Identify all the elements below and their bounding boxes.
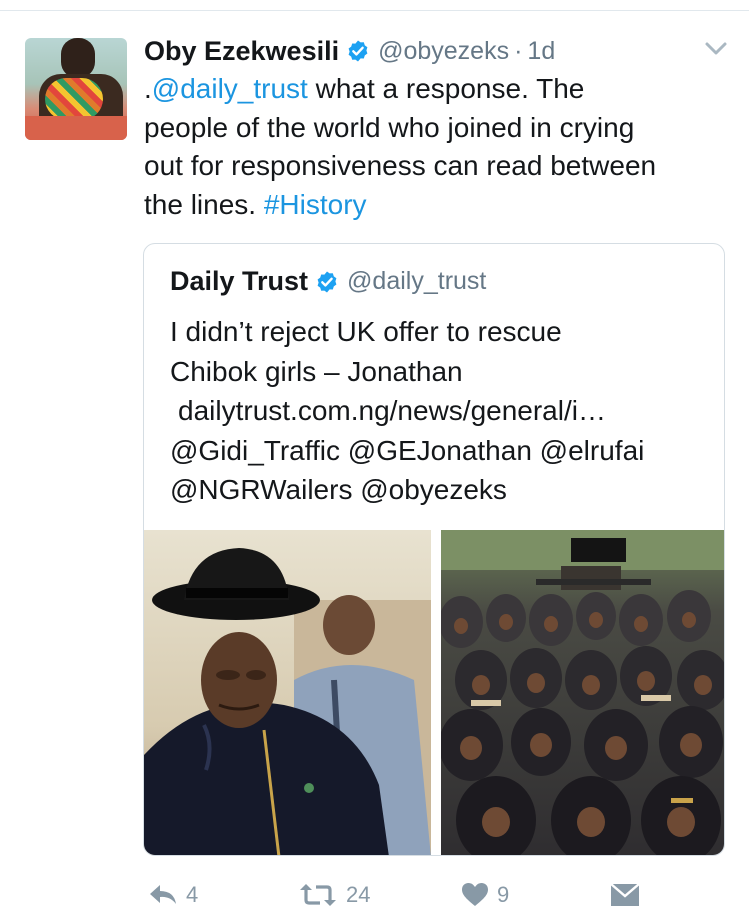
retweet-icon xyxy=(300,884,336,906)
avatar-person-head xyxy=(61,38,95,78)
reply-button[interactable]: 4 xyxy=(148,882,198,908)
heart-icon xyxy=(462,883,488,906)
hashtag-link[interactable]: #History xyxy=(264,189,367,220)
tweet-line-4: the lines. #History xyxy=(144,186,739,225)
retweet-button[interactable]: 24 xyxy=(298,882,370,908)
like-button[interactable]: 9 xyxy=(461,882,509,908)
photo-man-in-hat xyxy=(144,530,431,855)
mention-link[interactable]: @daily_trust xyxy=(152,73,308,104)
tweet-header: Oby Ezekwesili @obyezeks · 1d xyxy=(144,34,555,68)
chevron-down-icon[interactable] xyxy=(702,38,730,60)
quoted-author-name: Daily Trust xyxy=(170,266,309,296)
avatar-cloth xyxy=(25,116,127,140)
tweet-prefix: . xyxy=(144,73,152,104)
avatar-baby-wrap xyxy=(45,78,103,120)
quoted-line-1: I didn’t reject UK offer to rescue xyxy=(170,316,562,347)
verified-badge-icon xyxy=(348,40,368,62)
tweet-line-1-text: what a response. The xyxy=(307,73,585,104)
reply-count: 4 xyxy=(186,882,199,907)
top-divider xyxy=(0,10,749,11)
author-avatar[interactable] xyxy=(25,38,127,140)
quoted-mentions-2: @NGRWailers @obyezeks xyxy=(170,474,507,505)
verified-badge-icon xyxy=(317,271,337,292)
quoted-line-2: Chibok girls – Jonathan xyxy=(170,355,463,387)
retweet-count: 24 xyxy=(346,882,371,907)
direct-message-button[interactable] xyxy=(610,882,640,908)
photo-chibok-girls xyxy=(441,530,724,855)
tweet-timestamp[interactable]: 1d xyxy=(527,37,555,66)
meta-separator: · xyxy=(514,36,523,65)
quoted-tweet-header: Daily Trust @daily_trust xyxy=(170,266,486,297)
tweet-actions: 4 24 9 xyxy=(0,872,749,922)
quoted-mentions-1: @Gidi_Traffic @GEJonathan @elrufai xyxy=(170,434,645,466)
quoted-media xyxy=(144,530,724,855)
author-name[interactable]: Oby Ezekwesili xyxy=(144,36,339,67)
reply-icon xyxy=(150,885,176,904)
tweet-line-3: out for responsiveness can read between xyxy=(144,150,657,181)
tweet-line-4-text: the lines. xyxy=(144,188,264,220)
tweet-line-1: .@daily_trust what a response. The xyxy=(144,70,739,109)
author-handle[interactable]: @obyezeks xyxy=(378,37,509,66)
quoted-tweet-card[interactable]: Daily Trust @daily_trust I didn’t reject… xyxy=(143,243,725,856)
quoted-tweet-body: I didn’t reject UK offer to rescue Chibo… xyxy=(170,312,710,510)
photo-chibok-girls-art xyxy=(441,530,724,855)
quoted-url: dailytrust.com.ng/news/general/i… xyxy=(178,395,606,426)
quoted-author-handle: @daily_trust xyxy=(347,267,487,295)
photo-man-in-hat-art xyxy=(144,548,431,855)
tweet-body: .@daily_trust what a response. The peopl… xyxy=(144,70,739,224)
tweet-line-2: people of the world who joined in crying xyxy=(144,111,635,143)
like-count: 9 xyxy=(497,882,510,907)
envelope-icon xyxy=(610,883,640,906)
